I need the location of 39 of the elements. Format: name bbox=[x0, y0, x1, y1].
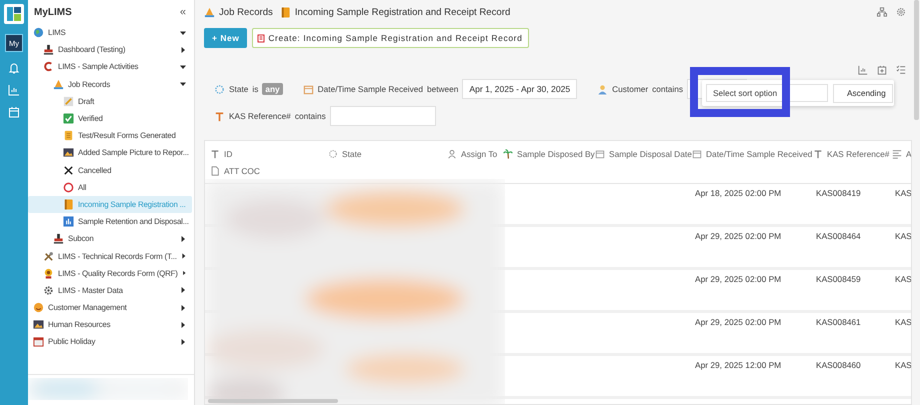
column-header[interactable]: ATT COC bbox=[224, 166, 260, 176]
table-cell-text: Apr 29, 2025 02:00 PM bbox=[695, 231, 782, 243]
sort-direction-button[interactable]: Ascending bbox=[833, 84, 893, 102]
table-cell-text: KAS bbox=[895, 231, 911, 243]
column-header[interactable]: Date/Time Sample Received bbox=[706, 148, 812, 158]
sort-select[interactable]: Select sort option bbox=[706, 84, 828, 102]
table-cell-text: Apr 29, 2025 12:00 PM bbox=[695, 360, 782, 372]
column-header[interactable]: ID bbox=[224, 148, 232, 158]
filter-operator[interactable]: contains bbox=[652, 84, 684, 94]
table-cell-text: KAS008459 bbox=[816, 274, 862, 286]
filter-label: KAS Reference# bbox=[229, 111, 291, 121]
column-header[interactable]: State bbox=[342, 148, 362, 158]
filter-operator[interactable]: contains bbox=[294, 111, 326, 121]
table-cell-text: KAS bbox=[895, 317, 911, 329]
date-range-field[interactable]: Apr 1, 2025 - Apr 30, 2025 bbox=[462, 79, 578, 99]
filter-operator[interactable]: is bbox=[252, 84, 258, 94]
table-cell-text: KAS008461 bbox=[816, 317, 862, 329]
column-header[interactable]: Sample Disposal Date bbox=[609, 148, 692, 158]
table-cell-text: KAS008464 bbox=[816, 231, 862, 243]
column-header[interactable]: Assign To bbox=[461, 148, 498, 158]
breadcrumb-item[interactable]: Incoming Sample Registration and Receipt Record bbox=[294, 6, 510, 18]
table-cell-text: Apr 18, 2025 02:00 PM bbox=[695, 188, 782, 200]
app-title[interactable]: MyLIMS bbox=[34, 6, 72, 18]
column-header[interactable]: Sample Disposed By bbox=[517, 148, 595, 158]
breadcrumb-item[interactable]: Job Records bbox=[219, 6, 273, 18]
create-button[interactable]: Create: Incoming Sample Registration and Receipt Record bbox=[252, 28, 530, 48]
collapse-button[interactable]: « bbox=[180, 6, 186, 18]
table-cell-text: Apr 29, 2025 02:00 PM bbox=[695, 274, 782, 286]
table-cell-text: KAS bbox=[895, 274, 911, 286]
filter-operator[interactable]: between bbox=[426, 84, 458, 94]
filter-label: Customer bbox=[612, 84, 648, 94]
filter-label: State bbox=[229, 84, 248, 94]
table-cell-text: KAS bbox=[895, 188, 911, 200]
table-cell-text: KAS008419 bbox=[816, 188, 862, 200]
table-cell-text: KAS008460 bbox=[816, 360, 862, 372]
column-header[interactable]: KAS Reference# bbox=[827, 148, 890, 158]
table-cell-text: KAS bbox=[895, 360, 911, 372]
table-cell-text: Apr 29, 2025 02:00 PM bbox=[695, 317, 782, 329]
filter-label: Date/Time Sample Received bbox=[318, 84, 423, 94]
